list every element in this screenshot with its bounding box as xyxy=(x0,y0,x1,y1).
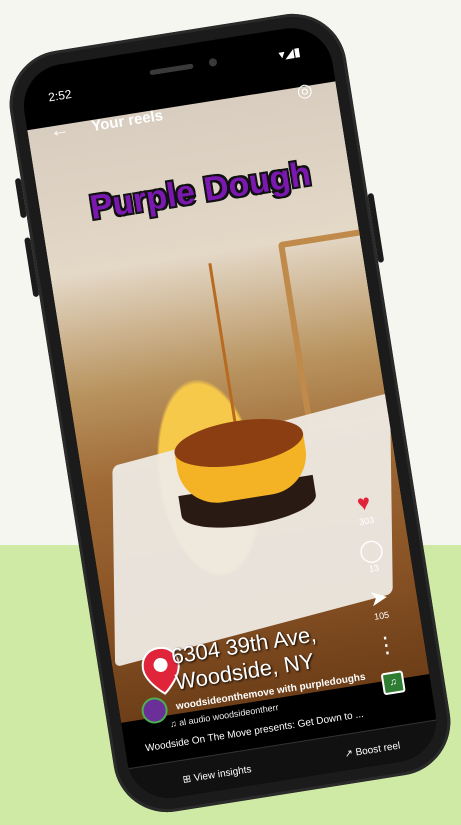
phone-mockup: 2:52 ▾◢▮ ← Your reels ◎ Purple Dough ♥ 3… xyxy=(0,0,461,825)
boost-reel-label: Boost reel xyxy=(354,740,402,759)
view-insights-label: View insights xyxy=(193,764,253,785)
avatar[interactable] xyxy=(139,695,170,726)
camera-icon[interactable]: ◎ xyxy=(295,79,314,102)
back-arrow-icon[interactable]: ← xyxy=(48,118,71,144)
view-insights-button[interactable]: ⊞ View insights xyxy=(182,764,252,786)
front-camera xyxy=(208,57,218,67)
nav-home-icon[interactable]: ○ xyxy=(296,791,308,804)
status-time: 2:52 xyxy=(47,86,73,105)
power-button xyxy=(367,192,385,263)
audio-tile-icon[interactable]: ♫ xyxy=(380,670,406,696)
caramel-drip xyxy=(208,263,238,427)
page-title: Your reels xyxy=(90,106,165,136)
volume-button xyxy=(24,237,40,298)
collab-handle[interactable]: with purpledoughs xyxy=(276,672,366,697)
status-icons: ▾◢▮ xyxy=(277,44,302,62)
nav-recents-icon[interactable]: ||| xyxy=(383,777,398,797)
side-button xyxy=(14,177,27,219)
speaker-bar xyxy=(149,63,194,76)
screen: 2:52 ▾◢▮ ← Your reels ◎ Purple Dough ♥ 3… xyxy=(17,22,443,804)
boost-reel-button[interactable]: ↗ Boost reel xyxy=(344,741,401,761)
phone-body: 2:52 ▾◢▮ ← Your reels ◎ Purple Dough ♥ 3… xyxy=(1,6,459,820)
